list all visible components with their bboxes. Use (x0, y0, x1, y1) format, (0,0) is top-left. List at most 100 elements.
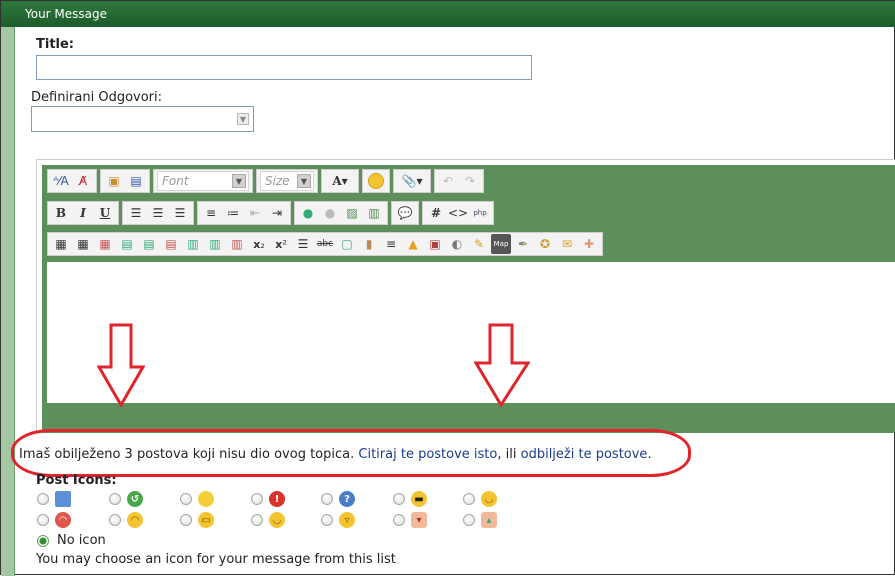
no-icon-option[interactable]: No icon (37, 533, 106, 548)
unlink-icon[interactable]: ● (320, 203, 340, 223)
post-icon-option-grin[interactable]: ▭ (180, 512, 214, 528)
align-right-icon[interactable]: ☰ (170, 203, 190, 223)
radio-button[interactable] (180, 493, 192, 505)
ordered-list-icon[interactable]: ≡ (201, 203, 221, 223)
message-textarea[interactable] (47, 261, 895, 403)
link-icon[interactable]: ● (298, 203, 318, 223)
attachment-icon[interactable]: 📎▾ (397, 171, 427, 191)
scroll-icon[interactable]: ▮ (359, 234, 379, 254)
warning-icon[interactable]: ▲ (403, 234, 423, 254)
radio-button[interactable] (37, 514, 49, 526)
php-icon[interactable]: php (470, 203, 490, 223)
document-icon (55, 491, 71, 507)
post-icon-option-cool[interactable]: ▬ (393, 491, 427, 507)
font-style-icon[interactable]: ᴬ⁄A (51, 171, 71, 191)
paste-icon[interactable]: ▣ (104, 171, 124, 191)
list-lines-icon[interactable]: ≡ (381, 234, 401, 254)
post-icon-option-exclamation[interactable]: ! (251, 491, 285, 507)
radio-button[interactable] (463, 493, 475, 505)
section-title: Your Message (25, 7, 108, 21)
radio-button[interactable] (109, 493, 121, 505)
mail-icon[interactable]: ✉ (557, 234, 577, 254)
remove-format-icon[interactable]: A̸ (73, 171, 93, 191)
post-icon-option-thumbs-down[interactable]: ▾ (393, 512, 427, 528)
post-icon-option-thumbs-up[interactable]: ▴ (463, 512, 497, 528)
predefined-replies-select[interactable]: ▼ (31, 106, 254, 132)
post-icon-option-document[interactable] (37, 491, 71, 507)
radio-button[interactable] (321, 514, 333, 526)
spoiler-icon[interactable]: ▢ (337, 234, 357, 254)
map-icon[interactable]: Map (491, 234, 511, 254)
subscript-icon[interactable]: x₂ (249, 234, 269, 254)
underline-icon[interactable]: U (95, 203, 115, 223)
award-icon[interactable]: ✪ (535, 234, 555, 254)
paste-word-icon[interactable]: ▤ (126, 171, 146, 191)
multiquote-notice: Imaš obilježeno 3 postova koji nisu dio … (19, 447, 652, 462)
font-select[interactable]: Font ▼ (157, 171, 249, 191)
media-icon[interactable]: ▣ (425, 234, 445, 254)
italic-icon[interactable]: I (73, 203, 93, 223)
bold-icon[interactable]: B (51, 203, 71, 223)
table-icon[interactable]: ▦ (51, 234, 71, 254)
title-input[interactable] (36, 55, 532, 80)
section-header: Your Message (1, 1, 895, 27)
radio-button[interactable] (251, 493, 263, 505)
radio-button[interactable] (251, 514, 263, 526)
smiley-icon[interactable] (366, 171, 386, 191)
exclamation-icon: ! (269, 491, 285, 507)
video-icon[interactable]: ▥ (364, 203, 384, 223)
puzzle-icon[interactable]: ✚ (579, 234, 599, 254)
radio-button[interactable] (109, 514, 121, 526)
radio-button[interactable] (393, 493, 405, 505)
post-icon-option-lightbulb[interactable] (180, 491, 214, 507)
post-icon-option-angry[interactable]: ◠ (37, 512, 71, 528)
table-delete-icon[interactable]: ▦ (95, 234, 115, 254)
red-arrow-right (474, 323, 530, 407)
align-left-icon[interactable]: ☰ (126, 203, 146, 223)
align-center-icon[interactable]: ☰ (148, 203, 168, 223)
size-select[interactable]: Size ▼ (260, 171, 314, 191)
code-icon[interactable]: <> (448, 203, 468, 223)
col-delete-icon[interactable]: ▥ (227, 234, 247, 254)
left-stripe (1, 27, 15, 576)
indent-icon[interactable]: ⇥ (267, 203, 287, 223)
radio-button[interactable] (393, 514, 405, 526)
image-icon[interactable]: ▨ (342, 203, 362, 223)
radio-button[interactable] (180, 514, 192, 526)
row-after-icon[interactable]: ▤ (139, 234, 159, 254)
outdent-icon[interactable]: ⇤ (245, 203, 265, 223)
row-delete-icon[interactable]: ▤ (161, 234, 181, 254)
undo-icon[interactable]: ↶ (438, 171, 458, 191)
radio-button-selected[interactable] (37, 534, 49, 547)
unmark-posts-link[interactable]: odbilježi te postove (521, 447, 648, 462)
col-insert-icon[interactable]: ▥ (183, 234, 203, 254)
post-icon-option-smile[interactable]: ◡ (463, 491, 497, 507)
post-icon-option-question[interactable]: ? (321, 491, 355, 507)
superscript-icon[interactable]: x² (271, 234, 291, 254)
strikethrough-icon[interactable]: abc (315, 234, 335, 254)
radio-button[interactable] (37, 493, 49, 505)
toolbar-row-2: B I U ☰ ☰ ☰ ≡ ≔ ⇤ ⇥ ● ● ▨ ▥ 💬 # <> php (47, 201, 494, 225)
thumbs-down-icon: ▾ (411, 512, 427, 528)
highlighter-icon[interactable]: ✎ (469, 234, 489, 254)
redo-icon[interactable]: ↷ (460, 171, 480, 191)
table-props-icon[interactable]: ▦ (73, 234, 93, 254)
post-icon-option-frown[interactable]: ◠ (109, 512, 143, 528)
post-icon-option-laugh[interactable]: ▿ (321, 512, 355, 528)
radio-button[interactable] (463, 514, 475, 526)
hash-icon[interactable]: # (426, 203, 446, 223)
flash-icon[interactable]: ◐ (447, 234, 467, 254)
laugh-icon: ▿ (339, 512, 355, 528)
horizontal-rule-icon[interactable]: ☰ (293, 234, 313, 254)
quote-posts-link[interactable]: Citiraj te postove isto (358, 447, 497, 462)
row-insert-icon[interactable]: ▤ (117, 234, 137, 254)
radio-button[interactable] (321, 493, 333, 505)
unordered-list-icon[interactable]: ≔ (223, 203, 243, 223)
font-color-icon[interactable]: A▾ (325, 171, 355, 191)
happy-icon: ◡ (269, 512, 285, 528)
col-after-icon[interactable]: ▥ (205, 234, 225, 254)
post-icon-option-happy[interactable]: ◡ (251, 512, 285, 528)
feather-icon[interactable]: ✒ (513, 234, 533, 254)
quote-icon[interactable]: 💬 (395, 203, 415, 223)
post-icon-option-arrow[interactable]: ↺ (109, 491, 143, 507)
